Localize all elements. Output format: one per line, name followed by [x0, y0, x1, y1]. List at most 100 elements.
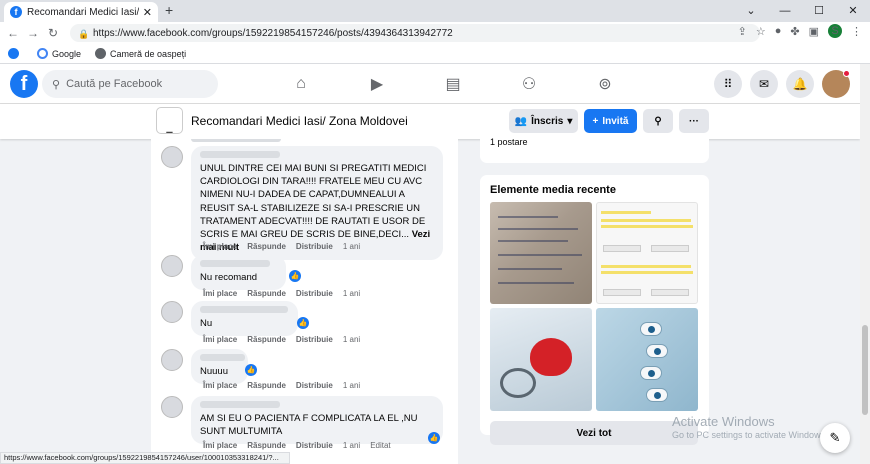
comment-text: Nu	[200, 318, 213, 329]
media-handwritten-note[interactable]	[490, 202, 592, 304]
comment-time[interactable]: 1 ani	[343, 289, 360, 298]
share-action[interactable]: Distribuie	[296, 441, 333, 450]
menu-grid-icon[interactable]: ⠿	[714, 70, 742, 98]
reply-action[interactable]: Răspunde	[247, 441, 286, 450]
scrollbar-thumb[interactable]	[862, 325, 868, 415]
messenger-icon[interactable]: ✉	[750, 70, 778, 98]
comment-time[interactable]: 1 ani	[343, 441, 360, 450]
browser-status-bar: https://www.facebook.com/groups/15922198…	[0, 452, 290, 464]
blurred-name	[200, 151, 280, 158]
back-icon[interactable]: ←	[3, 26, 23, 40]
reply-action[interactable]: Răspunde	[247, 381, 286, 390]
url-field[interactable]: 🔒 https://www.facebook.com/groups/159221…	[70, 24, 760, 42]
reply-action[interactable]: Răspunde	[247, 289, 286, 298]
like-action[interactable]: Îmi place	[203, 289, 237, 298]
close-tab-icon[interactable]: ✕	[143, 6, 152, 19]
comment-time[interactable]: 1 ani	[343, 335, 360, 344]
activation-watermark-title: Activate Windows	[672, 414, 775, 429]
comment-text: UNUL DINTRE CEI MAI BUNI SI PREGATITI ME…	[200, 163, 427, 241]
recent-media-title: Elemente media recente	[490, 184, 616, 196]
new-tab-icon[interactable]: +	[165, 2, 173, 18]
share-action[interactable]: Distribuie	[296, 381, 333, 390]
browser-tab-bar: f Recomandari Medici Iasi/ Zona M ✕ + ⌄ …	[0, 0, 870, 22]
facebook-right-actions: ⠿ ✉ 🔔	[714, 70, 850, 98]
bookmark-guest-room[interactable]: Cameră de oaspeți	[95, 48, 186, 59]
new-message-button[interactable]: ✎	[820, 423, 850, 453]
group-header: ▁ Recomandari Medici Iasi/ Zona Moldovei…	[0, 104, 860, 139]
comment-time[interactable]: 1 ani	[343, 242, 360, 251]
media-capsules[interactable]	[596, 308, 698, 411]
bookmark-label: Cameră de oaspeți	[110, 48, 187, 59]
group-thumbnail[interactable]: ▁	[156, 107, 183, 134]
facebook-logo[interactable]: f	[10, 70, 38, 98]
facebook-search-input[interactable]: ⚲ Caută pe Facebook	[42, 70, 218, 98]
search-icon: ⚲	[52, 78, 61, 91]
blurred-name	[191, 139, 281, 142]
comment-actions: Îmi place Răspunde Distribuie 1 ani	[203, 381, 360, 390]
heart-icon	[530, 338, 572, 376]
comment-time[interactable]: 1 ani	[343, 381, 360, 390]
like-action[interactable]: Îmi place	[203, 335, 237, 344]
media-heart-stethoscope[interactable]	[490, 308, 592, 411]
share-action[interactable]: Distribuie	[296, 242, 333, 251]
tab-search-icon[interactable]: ⌄	[734, 0, 768, 22]
joined-label: Înscris	[531, 115, 564, 127]
commenter-avatar[interactable]	[161, 396, 183, 418]
forward-icon[interactable]: →	[23, 26, 43, 40]
invite-button[interactable]: + Invită	[584, 109, 637, 133]
comment-actions: Îmi place Răspunde Distribuie 1 ani	[203, 242, 360, 251]
bookmarks-bar: Google Cameră de oaspeți	[0, 44, 870, 64]
commenter-avatar[interactable]	[161, 146, 183, 168]
like-reaction-icon[interactable]: 👍	[245, 364, 257, 376]
commenter-avatar[interactable]	[161, 349, 183, 371]
sidepanel-icon[interactable]: ▣	[809, 25, 819, 38]
extension-icon[interactable]: ●	[775, 25, 782, 37]
profile-avatar[interactable]: S	[828, 24, 842, 38]
like-action[interactable]: Îmi place	[203, 441, 237, 450]
reload-icon[interactable]: ↻	[43, 26, 63, 40]
notifications-icon[interactable]: 🔔	[786, 70, 814, 98]
bookmark-google[interactable]: Google	[37, 48, 81, 59]
account-avatar[interactable]	[822, 70, 850, 98]
like-action[interactable]: Îmi place	[203, 381, 237, 390]
reply-action[interactable]: Răspunde	[247, 242, 286, 251]
bookmark-star-icon[interactable]: ☆	[756, 25, 766, 38]
group-search-button[interactable]: ⚲	[643, 109, 673, 133]
blurred-name	[200, 306, 288, 313]
commenter-avatar[interactable]	[161, 255, 183, 277]
home-icon[interactable]: ⌂	[263, 64, 339, 104]
maximize-icon[interactable]: ☐	[802, 0, 836, 22]
like-reaction-icon[interactable]: 👍	[289, 270, 301, 282]
tab-title: Recomandari Medici Iasi/ Zona M	[27, 6, 139, 18]
lock-icon: 🔒	[78, 28, 90, 39]
groups-icon[interactable]: ⚇	[491, 64, 567, 104]
minimize-icon[interactable]: —	[768, 0, 802, 22]
bookmark-label: Google	[52, 48, 82, 59]
browser-tab[interactable]: f Recomandari Medici Iasi/ Zona M ✕	[4, 2, 158, 22]
comment-text: AM SI EU O PACIENTA F COMPLICATA LA EL ,…	[200, 413, 418, 438]
like-reaction-icon[interactable]: 👍	[428, 432, 440, 444]
plus-icon: +	[592, 115, 599, 127]
like-action[interactable]: Îmi place	[203, 242, 237, 251]
gaming-icon[interactable]: ⊚	[567, 64, 643, 104]
joined-button[interactable]: 👥 Înscris ▾	[509, 109, 578, 133]
close-window-icon[interactable]: ✕	[836, 0, 870, 22]
menu-dots-icon[interactable]: ⋮	[851, 25, 862, 38]
bookmark-facebook[interactable]	[8, 48, 23, 59]
main-nav: ⌂ ▶ ▤ ⚇ ⊚	[263, 64, 643, 104]
media-screenshot-posts[interactable]	[596, 202, 698, 304]
blurred-name	[200, 260, 270, 267]
reply-action[interactable]: Răspunde	[247, 335, 286, 344]
share-action[interactable]: Distribuie	[296, 289, 333, 298]
share-icon[interactable]: ⇪	[738, 25, 747, 38]
more-options-button[interactable]: ···	[679, 109, 709, 133]
like-reaction-icon[interactable]: 👍	[297, 317, 309, 329]
group-name[interactable]: Recomandari Medici Iasi/ Zona Moldovei	[191, 114, 408, 128]
watch-icon[interactable]: ▶	[339, 64, 415, 104]
commenter-avatar[interactable]	[161, 301, 183, 323]
puzzle-icon[interactable]: ✤	[790, 25, 799, 38]
google-icon	[37, 48, 48, 59]
share-action[interactable]: Distribuie	[296, 335, 333, 344]
see-all-button[interactable]: Vezi tot	[490, 421, 698, 445]
marketplace-icon[interactable]: ▤	[415, 64, 491, 104]
